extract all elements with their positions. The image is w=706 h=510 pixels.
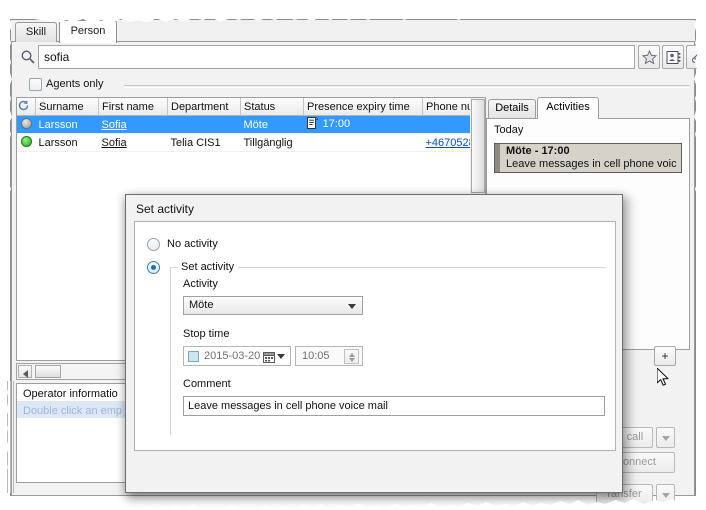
contact-card-button[interactable] (662, 45, 684, 69)
grid-horizontal-scrollbar-thumb[interactable] (35, 365, 61, 378)
operator-information-hint: Double click an emp (23, 405, 122, 417)
refresh-icon (17, 103, 30, 115)
cell-surname: Larsson (36, 134, 99, 152)
stop-date-enable-checkbox[interactable] (188, 351, 199, 362)
stop-date-picker[interactable]: 2015-03-20 (183, 346, 291, 366)
cell-department (168, 116, 241, 134)
stop-time-stepper[interactable] (344, 349, 359, 364)
agents-only-separator (124, 85, 690, 88)
grid-refresh-button[interactable] (17, 98, 36, 116)
add-activity-button[interactable]: + (654, 346, 676, 366)
dialog-body: No activity Set activity Activity Möte S… (134, 221, 616, 451)
cell-presence-expiry (304, 134, 423, 152)
activity-card-subtitle: Leave messages in cell phone voic (506, 158, 677, 170)
comment-input[interactable] (184, 397, 604, 415)
groupbox-left-border (170, 267, 171, 435)
status-offline-icon (21, 118, 32, 129)
chevron-down-icon (277, 354, 285, 359)
row-status-indicator (17, 134, 36, 152)
activity-select[interactable]: Möte (183, 296, 363, 315)
transfer-dropdown-button[interactable] (656, 484, 675, 505)
today-label: Today (494, 124, 523, 136)
main-tabstrip: Skill Person (11, 20, 695, 42)
radio-no-activity-label: No activity (167, 238, 218, 250)
comment-label: Comment (183, 378, 231, 390)
stop-time-label: Stop time (183, 328, 229, 340)
grid-col-status[interactable]: Status (241, 98, 304, 116)
stop-time-spinner[interactable]: 10:05 (295, 346, 363, 366)
presence-expiry-value: 17:00 (323, 118, 351, 130)
favorite-star-button[interactable] (638, 45, 660, 69)
mouse-cursor-icon (657, 368, 671, 391)
tab-skill-label: Skill (26, 26, 46, 38)
tab-person-label: Person (71, 25, 106, 37)
cell-presence-expiry: 17:00 (304, 116, 423, 134)
table-row[interactable]: Larsson Sofia Telia CIS1 Tillgänglig +46… (17, 134, 486, 152)
search-input-wrapper[interactable] (38, 45, 635, 69)
note-icon (307, 120, 321, 132)
agents-only-label: Agents only (46, 78, 103, 90)
radio-set-activity-label: Set activity (177, 261, 238, 273)
cell-department: Telia CIS1 (168, 134, 241, 152)
set-activity-dialog: Set activity No activity Set activity Ac… (125, 194, 623, 493)
stop-time-value: 10:05 (302, 350, 330, 362)
tab-activities[interactable]: Activities (537, 97, 599, 119)
screenshot-root: Skill Person (0, 0, 706, 510)
firstname-link[interactable]: Sofia (102, 137, 127, 149)
cell-status: Tillgänglig (241, 134, 304, 152)
stepper-up-icon[interactable] (349, 353, 355, 357)
make-call-dropdown-button[interactable] (656, 427, 675, 448)
scroll-left-arrow-icon[interactable] (18, 365, 32, 378)
chevron-down-icon (662, 436, 670, 441)
dialog-title: Set activity (136, 202, 194, 216)
grid-col-department[interactable]: Department (168, 98, 241, 116)
grid-col-surname[interactable]: Surname (36, 98, 99, 116)
search-row (16, 45, 690, 71)
tab-skill[interactable]: Skill (15, 22, 57, 42)
cell-firstname: Sofia (99, 134, 168, 152)
tab-details[interactable]: Details (488, 99, 536, 118)
radio-set-activity[interactable] (147, 261, 160, 274)
agents-only-row: Agents only (16, 76, 690, 94)
search-input[interactable] (39, 46, 634, 68)
radio-no-activity[interactable] (147, 238, 160, 251)
edit-pencil-button[interactable] (686, 45, 706, 69)
activity-select-value: Möte (189, 299, 213, 311)
chevron-down-icon (348, 304, 356, 309)
tab-details-label: Details (495, 102, 529, 114)
grid-header-row: Surname First name Department Status Pre… (17, 98, 486, 116)
firstname-link[interactable]: Sofia (102, 119, 127, 131)
agents-only-checkbox[interactable] (29, 78, 42, 91)
activity-card-accent-bar (495, 144, 500, 172)
tab-person[interactable]: Person (59, 20, 117, 43)
cell-firstname: Sofia (99, 116, 168, 134)
cell-status: Möte (241, 116, 304, 134)
search-icon (20, 49, 36, 65)
calendar-icon[interactable] (263, 351, 275, 366)
tab-activities-label: Activities (546, 101, 589, 113)
comment-input-wrapper[interactable] (183, 396, 605, 416)
plus-icon: + (661, 349, 668, 363)
stepper-down-icon[interactable] (349, 358, 355, 362)
grid-col-presence-expiry[interactable]: Presence expiry time (304, 98, 423, 116)
grid-col-firstname[interactable]: First name (99, 98, 168, 116)
row-status-indicator (17, 116, 36, 134)
activity-field-label: Activity (183, 278, 218, 290)
chevron-down-icon (662, 493, 670, 498)
panel-splitter[interactable] (7, 381, 15, 493)
table-row[interactable]: Larsson Sofia Möte (17, 116, 486, 134)
cell-surname: Larsson (36, 116, 99, 134)
operator-information-header: Operator informatio (23, 388, 118, 400)
grid-vertical-scrollbar-thumb[interactable] (471, 99, 485, 193)
activity-card[interactable]: Möte - 17:00 Leave messages in cell phon… (494, 143, 682, 173)
stop-date-value: 2015-03-20 (204, 350, 260, 362)
status-available-icon (21, 136, 32, 147)
details-tabstrip: Details Activities (486, 97, 690, 119)
activity-card-title: Möte - 17:00 (506, 145, 570, 157)
